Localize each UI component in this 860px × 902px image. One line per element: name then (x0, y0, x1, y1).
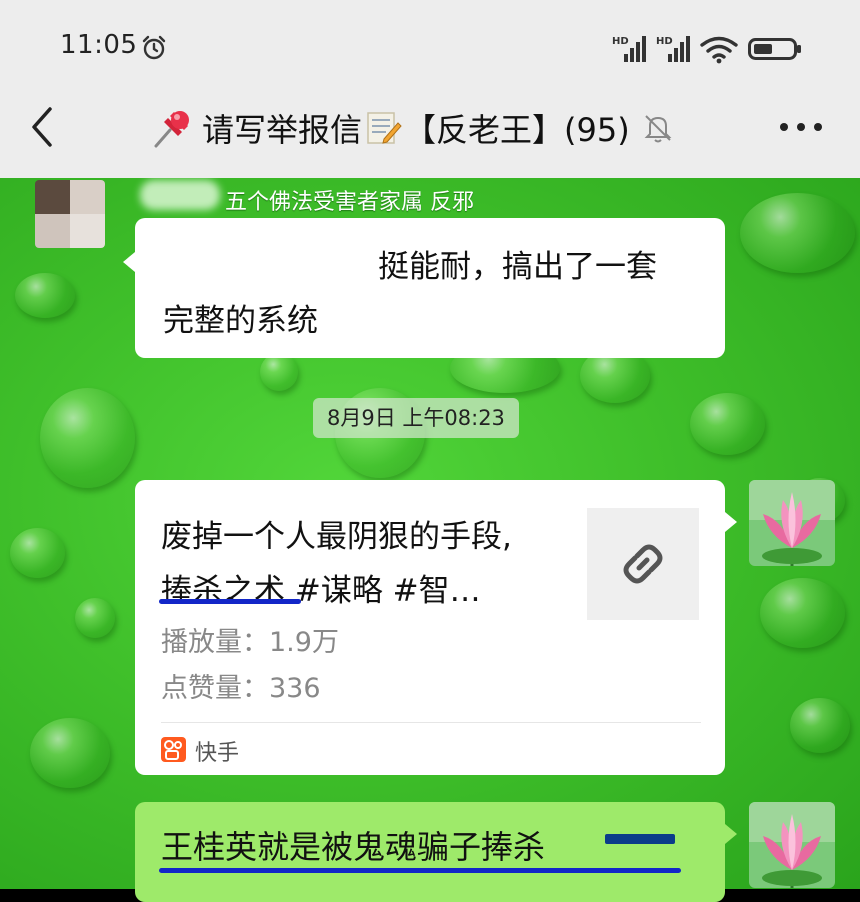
lotus-icon (749, 802, 835, 888)
chat-title[interactable]: 请写举报信 【反老王】(95) (150, 103, 674, 153)
avatar[interactable] (35, 180, 105, 248)
pin-icon (154, 111, 189, 148)
water-drop (10, 528, 65, 578)
blurred-name (140, 180, 220, 210)
battery-icon (748, 38, 801, 60)
lotus-icon (749, 480, 835, 566)
water-drop (760, 578, 845, 648)
signal-icon: HD (612, 36, 646, 62)
chat-title-text: 请写举报信 (202, 111, 363, 149)
timestamp: 8月9日 上午08:23 (313, 398, 519, 438)
scribble (605, 834, 675, 844)
water-drop (30, 718, 110, 788)
mute-icon (644, 115, 672, 143)
play-count: 播放量：1.9万 (161, 627, 339, 658)
signal-icon: HD (656, 36, 690, 62)
link-icon (623, 544, 663, 584)
water-drop (15, 273, 75, 318)
avatar[interactable] (749, 480, 835, 566)
svg-text:HD: HD (612, 36, 629, 47)
handwritten-underline (159, 599, 301, 604)
bubble-tail (725, 512, 737, 532)
status-time: 11:05 (60, 30, 138, 60)
link-thumbnail (587, 508, 699, 620)
message-text-line: 完整的系统 (163, 303, 318, 339)
svg-text:HD: HD (656, 36, 673, 47)
top-bar: 11:05 HD HD 请写举报信 【反老王】(95) (0, 0, 860, 178)
source-label: 快手 (195, 741, 240, 766)
wifi-icon (700, 36, 738, 64)
bubble-tail (725, 824, 737, 844)
water-drop (75, 598, 115, 638)
water-drop (40, 388, 135, 488)
avatar[interactable] (749, 802, 835, 888)
more-icon[interactable] (778, 115, 824, 139)
kuaishou-icon (161, 737, 186, 762)
memo-icon (367, 112, 402, 144)
bubble-tail (123, 252, 135, 272)
message-text: 王桂英就是被鬼魂骗子捧杀 (161, 828, 546, 866)
card-title-line: 捧杀之术 #谋略 #智… (161, 573, 481, 609)
alarm-icon (142, 35, 166, 60)
message-bubble[interactable]: 挺能耐，搞出了一套 完整的系统 (135, 218, 725, 358)
water-drop (740, 193, 855, 273)
chat-title-suffix: 【反老王】(95) (404, 111, 630, 149)
back-icon[interactable] (28, 105, 58, 149)
water-drop (790, 698, 850, 753)
water-drop (690, 393, 765, 455)
message-text-line: 挺能耐，搞出了一套 (378, 249, 657, 285)
like-count: 点赞量：336 (161, 673, 321, 704)
card-title-line: 废掉一个人最阴狠的手段, (161, 519, 512, 555)
sender-name: 五个佛法受害者家属 反邪 (225, 190, 474, 215)
link-card[interactable]: 废掉一个人最阴狠的手段, 捧杀之术 #谋略 #智… 播放量：1.9万 点赞量：3… (135, 480, 725, 775)
sent-message-bubble[interactable]: 王桂英就是被鬼魂骗子捧杀 (135, 802, 725, 902)
divider (161, 722, 701, 723)
handwritten-underline (159, 868, 681, 873)
water-drop (260, 353, 298, 391)
